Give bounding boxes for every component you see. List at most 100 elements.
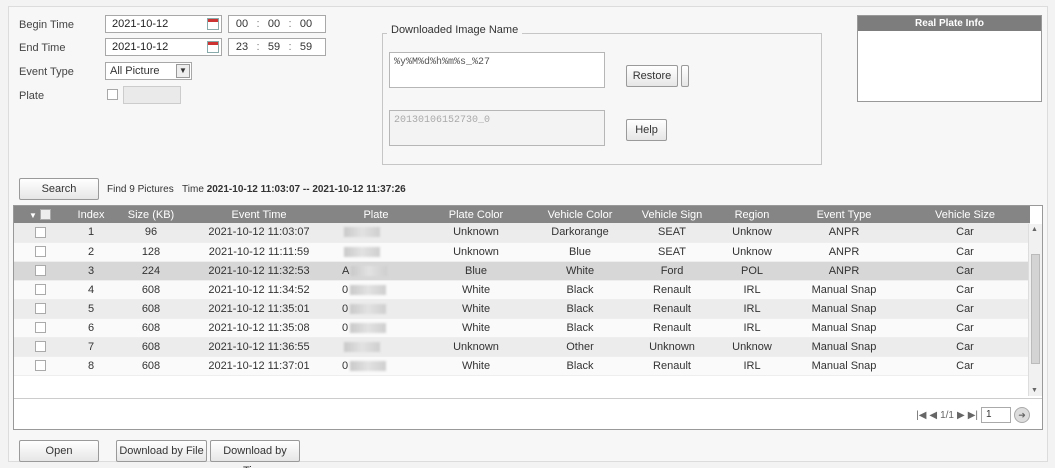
row-checkbox-cell[interactable] [14,280,66,300]
open-button[interactable]: Open [19,440,99,462]
playback-panel: Begin Time 2021-10-12 00: 00: 00 End Tim… [8,6,1048,468]
row-checkbox-cell[interactable] [14,242,66,262]
row-plate-color: Unknown [420,242,532,262]
row-index: 6 [66,318,116,338]
row-vehicle-color: Other [532,337,628,357]
table-row[interactable]: 4 608 2021-10-12 11:34:52 0 White Black Renaul… [14,280,1030,300]
plate-text: 0 [342,321,349,334]
row-vehicle-sign: Ford [628,261,716,281]
row-vehicle-color: Blue [532,242,628,262]
col-vehicle-size[interactable]: Vehicle Size [900,206,1030,223]
end-time-field[interactable]: 23: 59: 59 [228,38,326,56]
row-vehicle-sign: SEAT [628,242,716,262]
begin-time-field[interactable]: 00: 00: 00 [228,15,326,33]
table-scrollbar[interactable]: ▲ ▼ [1028,224,1042,396]
select-all-header[interactable]: ▼ [14,206,66,223]
end-date-field[interactable]: 2021-10-12 [105,38,222,56]
table-row[interactable]: 2 128 2021-10-12 11:11:59 Unknown Blue SEAT Un… [14,242,1030,262]
last-page-icon[interactable]: ▶| [968,410,978,421]
row-checkbox[interactable] [34,360,46,372]
begin-minute[interactable]: 00 [261,16,287,32]
row-plate-color: White [420,299,532,319]
end-second[interactable]: 59 [293,39,319,55]
begin-date-field[interactable]: 2021-10-12 [105,15,222,33]
table-row[interactable]: 8 608 2021-10-12 11:37:01 0 White Black Renaul… [14,356,1030,376]
row-checkbox[interactable] [34,246,46,258]
row-event-type: ANPR [788,242,900,262]
col-region[interactable]: Region [716,206,788,223]
row-event-type: Manual Snap [788,337,900,357]
scroll-thumb[interactable] [1031,254,1040,364]
row-checkbox-cell[interactable] [14,337,66,357]
row-checkbox[interactable] [34,341,46,353]
name-pattern-field[interactable]: %y%M%d%h%m%s_%27 [389,52,605,88]
row-checkbox[interactable] [34,226,46,238]
chevron-down-icon[interactable]: ▼ [176,64,190,78]
download-by-file-button[interactable]: Download by File [116,440,207,462]
col-vehicle-sign[interactable]: Vehicle Sign [628,206,716,223]
begin-calendar-icon[interactable] [207,18,219,30]
col-size[interactable]: Size (KB) [116,206,186,223]
end-time-label: End Time [19,42,66,54]
col-index[interactable]: Index [66,206,116,223]
row-checkbox-cell[interactable] [14,318,66,338]
scroll-up-icon[interactable]: ▲ [1031,226,1038,233]
col-vehicle-color[interactable]: Vehicle Color [532,206,628,223]
row-size: 608 [116,356,186,376]
row-region: Unknow [716,223,788,243]
download-by-time-button[interactable]: Download by Time [210,440,300,468]
go-page-icon[interactable]: ➜ [1014,407,1030,423]
row-plate-color: Unknown [420,223,532,243]
event-type-label: Event Type [19,66,74,78]
col-event-time[interactable]: Event Time [186,206,332,223]
row-region: POL [716,261,788,281]
table-row[interactable]: 5 608 2021-10-12 11:35:01 0 White Black Renaul… [14,299,1030,319]
plate-blur-mask [350,303,387,314]
plate-input[interactable] [123,86,181,104]
end-minute[interactable]: 59 [261,39,287,55]
row-plate [332,223,420,243]
plate-text: 0 [342,359,349,372]
row-vehicle-size: Car [900,223,1030,243]
row-event-type: ANPR [788,261,900,281]
col-plate[interactable]: Plate [332,206,420,223]
event-type-select[interactable]: All Picture ▼ [105,62,192,80]
col-event-type[interactable]: Event Type [788,206,900,223]
row-checkbox-cell[interactable] [14,261,66,281]
table-row[interactable]: 1 96 2021-10-12 11:03:07 Unknown Darkorange S… [14,223,1030,243]
page-indicator: 1/1 [940,409,954,421]
table-row[interactable]: 3 224 2021-10-12 11:32:53 A Blue White Ford POL… [14,261,1030,281]
row-checkbox[interactable] [34,284,46,296]
row-plate-color: White [420,318,532,338]
help-button[interactable]: Help [626,119,667,141]
download-group-title: Downloaded Image Name [387,24,523,36]
row-checkbox-cell[interactable] [14,299,66,319]
scroll-down-icon[interactable]: ▼ [1031,387,1038,394]
begin-hour[interactable]: 00 [229,16,255,32]
prev-page-icon[interactable]: ◀ [929,410,937,421]
restore-button[interactable]: Restore [626,65,678,87]
page-input[interactable]: 1 [981,407,1011,423]
row-checkbox-cell[interactable] [14,356,66,376]
row-plate: 0 [332,356,420,376]
first-page-icon[interactable]: |◀ [916,410,926,421]
next-page-icon[interactable]: ▶ [957,410,965,421]
row-checkbox[interactable] [34,322,46,334]
row-vehicle-size: Car [900,280,1030,300]
row-checkbox[interactable] [34,265,46,277]
row-event-type: Manual Snap [788,299,900,319]
plate-checkbox[interactable] [107,89,118,100]
begin-second[interactable]: 00 [293,16,319,32]
col-plate-color[interactable]: Plate Color [420,206,532,223]
row-checkbox-cell[interactable] [14,223,66,243]
table-row[interactable]: 6 608 2021-10-12 11:35:08 0 White Black Renaul… [14,318,1030,338]
row-event-time: 2021-10-12 11:35:08 [186,318,332,338]
row-checkbox[interactable] [34,303,46,315]
row-index: 7 [66,337,116,357]
end-hour[interactable]: 23 [229,39,255,55]
extra-button[interactable] [681,65,689,87]
search-button[interactable]: Search [19,178,99,200]
end-calendar-icon[interactable] [207,41,219,53]
table-row[interactable]: 7 608 2021-10-12 11:36:55 Unknown Other Unkno… [14,337,1030,357]
row-plate-color: Unknown [420,337,532,357]
